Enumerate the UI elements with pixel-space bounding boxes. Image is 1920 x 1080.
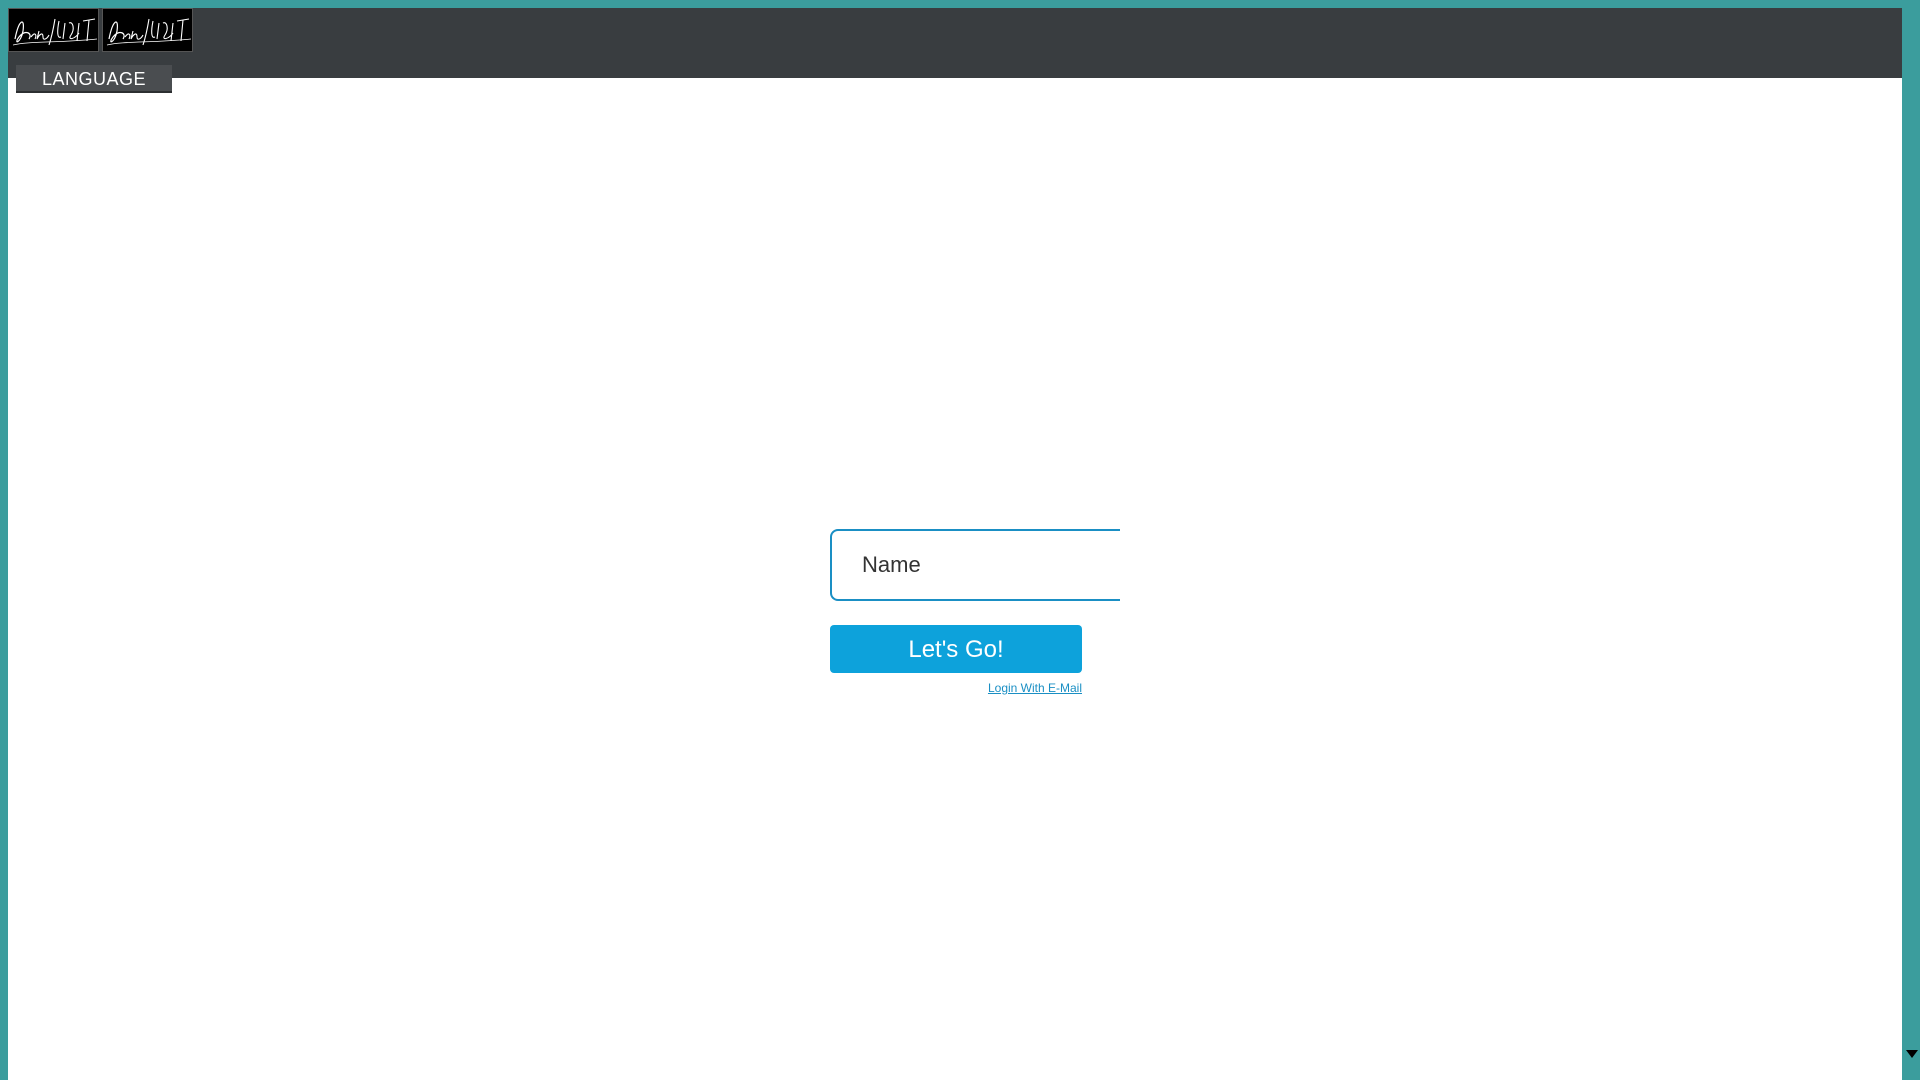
vertical-scrollbar[interactable] bbox=[1904, 8, 1920, 1080]
logo-script-icon bbox=[12, 18, 98, 46]
lets-go-button[interactable]: Let's Go! bbox=[830, 625, 1082, 673]
login-with-email-link[interactable]: Login With E-Mail bbox=[830, 681, 1082, 695]
scroll-down-arrow-icon[interactable] bbox=[1906, 1050, 1918, 1058]
language-button[interactable]: LANGUAGE bbox=[16, 65, 172, 93]
app-viewport: LANGUAGE Let's Go! Login With E-Mail bbox=[8, 8, 1902, 1080]
logo-script-icon bbox=[106, 18, 192, 46]
name-input[interactable] bbox=[830, 529, 1120, 601]
live-light-logo[interactable] bbox=[102, 8, 193, 52]
live-light-logo[interactable] bbox=[8, 8, 99, 52]
top-header bbox=[8, 8, 1902, 78]
